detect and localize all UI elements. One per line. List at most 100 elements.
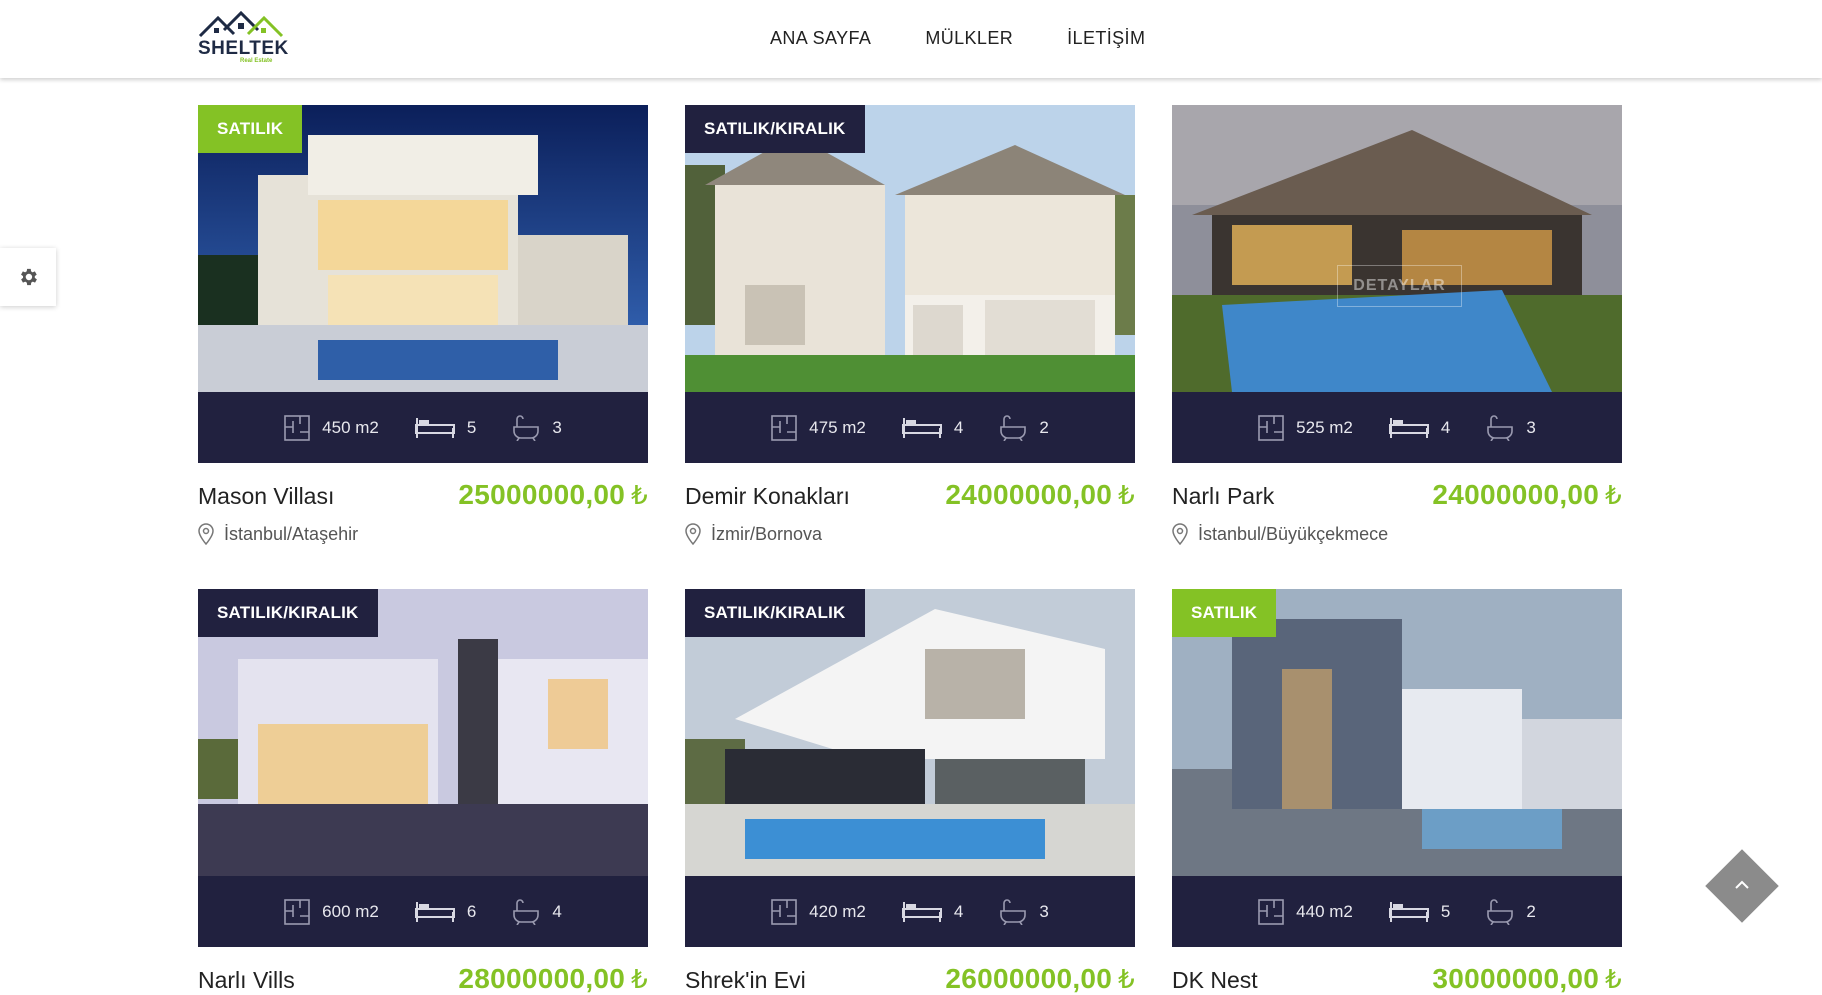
listing-location: İzmir/Bornova <box>685 523 1135 545</box>
listing-price: 30000000,00 ₺ <box>1432 963 1622 994</box>
stat-baths: 2 <box>999 415 1049 441</box>
listing-status-badge: SATILIK/KIRALIK <box>685 105 865 153</box>
brand-name: SHELTEK <box>198 38 289 59</box>
beds-value: 5 <box>466 417 477 437</box>
area-value: 420 m2 <box>809 901 866 921</box>
listing-status-badge: SATILIK <box>1172 589 1277 637</box>
beds-value: 4 <box>953 901 964 921</box>
area-value: 600 m2 <box>322 901 379 921</box>
listing-card[interactable]: DETAYLAR 525 m2 4 3 Narlı Park 24000000,… <box>1172 105 1622 545</box>
listing-stats: 600 m2 6 4 <box>198 876 648 947</box>
listing-status-badge: SATILIK/KIRALIK <box>685 589 865 637</box>
bathtub-icon <box>999 899 1027 925</box>
settings-toggle[interactable] <box>0 248 56 306</box>
bed-icon <box>1389 416 1429 440</box>
stat-baths: 2 <box>1486 899 1536 925</box>
stat-area: 600 m2 <box>284 899 379 925</box>
beds-value: 6 <box>466 901 477 921</box>
listing-title[interactable]: Mason Villası <box>198 483 334 510</box>
bathtub-icon <box>512 415 540 441</box>
listing-stats: 525 m2 4 3 <box>1172 392 1622 463</box>
listing-card[interactable]: SATILIK/KIRALIK 475 m2 4 2 Demir Konakla… <box>685 105 1135 545</box>
area-value: 525 m2 <box>1296 417 1353 437</box>
listing-location: İstanbul/Ataşehir <box>198 523 648 545</box>
listing-photo[interactable]: SATILIK/KIRALIK <box>198 589 648 876</box>
beds-value: 5 <box>1440 901 1451 921</box>
listing-photo[interactable]: SATILIK/KIRALIK <box>685 589 1135 876</box>
area-value: 450 m2 <box>322 417 379 437</box>
listing-photo[interactable]: DETAYLAR <box>1172 105 1622 392</box>
floorplan-icon <box>771 415 797 441</box>
area-value: 440 m2 <box>1296 901 1353 921</box>
floorplan-icon <box>284 415 310 441</box>
map-pin-icon <box>1172 523 1188 545</box>
stat-area: 450 m2 <box>284 415 379 441</box>
listing-price: 26000000,00 ₺ <box>945 963 1135 994</box>
listing-status-badge: SATILIK <box>198 105 303 153</box>
stat-beds: 5 <box>415 416 476 440</box>
map-pin-icon <box>685 523 701 545</box>
details-overlay-button[interactable]: DETAYLAR <box>1337 265 1462 307</box>
floorplan-icon <box>771 899 797 925</box>
nav-contact[interactable]: İLETİŞİM <box>1067 28 1145 49</box>
bed-icon <box>415 900 455 924</box>
baths-value: 2 <box>1039 417 1049 437</box>
stat-area: 420 m2 <box>771 899 866 925</box>
nav-home[interactable]: ANA SAYFA <box>770 28 871 49</box>
listing-stats: 440 m2 5 2 <box>1172 876 1622 947</box>
baths-value: 3 <box>552 417 562 437</box>
stat-beds: 5 <box>1389 900 1450 924</box>
stat-baths: 4 <box>512 899 562 925</box>
listing-price: 24000000,00 ₺ <box>1432 479 1622 510</box>
stat-baths: 3 <box>999 899 1049 925</box>
stat-baths: 3 <box>512 415 562 441</box>
nav-properties[interactable]: MÜLKLER <box>925 28 1013 49</box>
site-header: SHELTEK Real Estate ANA SAYFA MÜLKLER İL… <box>0 0 1822 78</box>
listing-photo[interactable]: SATILIK <box>1172 589 1622 876</box>
listing-title[interactable]: Shrek'in Evi <box>685 967 806 994</box>
stat-beds: 4 <box>1389 416 1450 440</box>
bed-icon <box>1389 900 1429 924</box>
listing-price: 24000000,00 ₺ <box>945 479 1135 510</box>
listing-photo[interactable]: SATILIK/KIRALIK <box>685 105 1135 392</box>
floorplan-icon <box>1258 899 1284 925</box>
listing-card[interactable]: SATILIK/KIRALIK 600 m2 6 4 Narlı Vills 2… <box>198 589 648 995</box>
bathtub-icon <box>512 899 540 925</box>
bathtub-icon <box>999 415 1027 441</box>
listing-photo[interactable]: SATILIK <box>198 105 648 392</box>
back-to-top-button[interactable] <box>1705 849 1779 923</box>
listing-stats: 420 m2 4 3 <box>685 876 1135 947</box>
listing-title[interactable]: Narlı Vills <box>198 967 295 994</box>
listing-price: 25000000,00 ₺ <box>458 479 648 510</box>
listing-title[interactable]: Demir Konakları <box>685 483 850 510</box>
listing-card[interactable]: SATILIK/KIRALIK 420 m2 4 3 Shrek'in Evi … <box>685 589 1135 995</box>
listing-stats: 450 m2 5 3 <box>198 392 648 463</box>
chevron-up-icon <box>1734 877 1750 895</box>
baths-value: 3 <box>1526 417 1536 437</box>
baths-value: 4 <box>552 901 562 921</box>
listing-price: 28000000,00 ₺ <box>458 963 648 994</box>
brand-tagline: Real Estate <box>240 58 273 64</box>
map-pin-icon <box>198 523 214 545</box>
stat-area: 475 m2 <box>771 415 866 441</box>
stat-baths: 3 <box>1486 415 1536 441</box>
listing-status-badge: SATILIK/KIRALIK <box>198 589 378 637</box>
floorplan-icon <box>1258 415 1284 441</box>
listing-card[interactable]: SATILIK 450 m2 5 3 Mason Villası 2500000… <box>198 105 648 545</box>
listing-title[interactable]: Narlı Park <box>1172 483 1274 510</box>
stat-beds: 6 <box>415 900 476 924</box>
listing-location: İstanbul/Büyükçekmece <box>1172 523 1622 545</box>
beds-value: 4 <box>1440 417 1451 437</box>
gear-icon <box>21 268 37 286</box>
stat-area: 440 m2 <box>1258 899 1353 925</box>
floorplan-icon <box>284 899 310 925</box>
stat-area: 525 m2 <box>1258 415 1353 441</box>
house-logo-icon <box>198 10 284 38</box>
listing-card[interactable]: SATILIK 440 m2 5 2 DK Nest 30000000,00 ₺ <box>1172 589 1622 995</box>
area-value: 475 m2 <box>809 417 866 437</box>
main-nav: ANA SAYFA MÜLKLER İLETİŞİM <box>770 28 1145 49</box>
listing-title[interactable]: DK Nest <box>1172 967 1258 994</box>
bathtub-icon <box>1486 415 1514 441</box>
site-logo[interactable]: SHELTEK Real Estate <box>198 10 288 66</box>
baths-value: 3 <box>1039 901 1049 921</box>
